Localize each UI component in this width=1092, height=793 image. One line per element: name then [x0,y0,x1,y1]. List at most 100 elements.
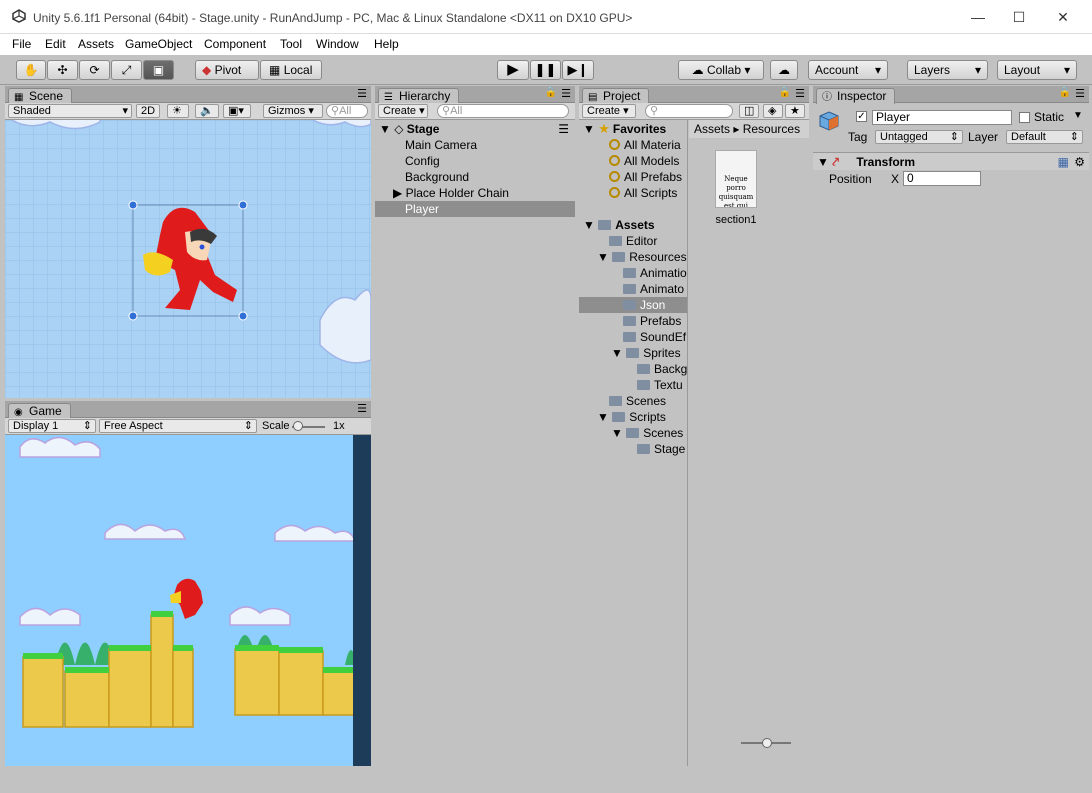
gear-icon[interactable]: ⚙ [1074,153,1085,171]
hierarchy-item[interactable]: Config [375,153,575,169]
folder-item[interactable]: SoundEf [579,329,687,345]
favorite-item[interactable]: All Scripts [579,185,687,201]
close-icon[interactable]: ✕ [1043,4,1083,30]
cloud-icon[interactable]: ☁ [770,60,798,80]
project-search-input[interactable]: ⚲ [645,104,733,118]
tab-hierarchy[interactable]: ☰ Hierarchy [378,88,460,104]
step-button[interactable]: ▶❙ [562,60,594,80]
account-dropdown[interactable]: Account ▾ [808,60,888,80]
active-checkbox[interactable]: ✓ [856,111,867,122]
collab-dropdown[interactable]: ☁ Collab ▾ [678,60,764,80]
folder-item[interactable]: ▼ Scripts [579,409,687,425]
panel-menu-icon[interactable]: ☰ [795,87,805,100]
folder-item[interactable]: ▼ Resources [579,249,687,265]
file-name[interactable]: section1 [705,214,767,226]
folder-item[interactable]: Scenes [579,393,687,409]
favorite-star-icon[interactable]: ★ [785,104,805,118]
icon-size-slider-thumb[interactable] [762,738,772,748]
hand-tool-icon[interactable]: ✋ [16,60,46,80]
panel-menu-icon[interactable]: ☰ [357,87,367,100]
panel-menu-icon[interactable]: ☰ [558,121,569,137]
lock-icon[interactable]: 🔒 [1059,87,1071,98]
position-x-input[interactable]: 0 [903,171,981,186]
layout-dropdown[interactable]: Layout ▾ [997,60,1077,80]
pivot-toggle[interactable]: ◆ Pivot [195,60,259,80]
hierarchy-item[interactable]: Background [375,169,575,185]
favorite-item[interactable]: All Prefabs [579,169,687,185]
scene-search-input[interactable]: ⚲All [326,104,368,118]
panel-menu-icon[interactable]: ☰ [1075,87,1085,100]
lock-icon[interactable]: 🔒 [779,87,791,98]
hierarchy-create-dropdown[interactable]: Create ▾ [378,104,428,118]
shading-dropdown[interactable]: Shaded ▾ [8,104,132,118]
project-create-dropdown[interactable]: Create ▾ [582,104,636,118]
hierarchy-search-input[interactable]: ⚲All [437,104,569,118]
menu-assets[interactable]: Assets [78,37,114,51]
text-asset-thumbnail[interactable]: Neque porro quisquam est qui dolorem. [715,150,757,208]
favorite-item[interactable]: All Materia [579,137,687,153]
hierarchy-item[interactable]: Main Camera [375,137,575,153]
aspect-dropdown[interactable]: Free Aspect ⇕ [99,419,257,433]
folder-item[interactable]: Animato [579,281,687,297]
folder-item[interactable]: Textu [579,377,687,393]
hierarchy-item[interactable]: ▶ Place Holder Chain [375,185,575,201]
transform-header[interactable]: ▼ ⤤ Transform ▦ ⚙ [813,152,1089,170]
menu-edit[interactable]: Edit [45,37,66,51]
audio-icon[interactable]: 🔈 [195,104,219,118]
folder-item-selected[interactable]: Json [579,297,687,313]
pause-button[interactable]: ❚❚ [530,60,561,80]
lock-icon[interactable]: 🔒 [545,87,557,98]
folder-item[interactable]: Editor [579,233,687,249]
folder-item[interactable]: ▼ Scenes [579,425,687,441]
layers-dropdown[interactable]: Layers ▾ [907,60,988,80]
layer-dropdown[interactable]: Default ⇕ [1006,130,1083,144]
tab-inspector[interactable]: ⓘ Inspector [816,88,896,104]
menu-component[interactable]: Component [204,37,266,51]
favorite-item[interactable]: All Models [579,153,687,169]
folder-item[interactable]: Backg [579,361,687,377]
chevron-down-icon[interactable]: ▼ [1073,110,1083,121]
breadcrumb-item[interactable]: Resources [743,122,800,136]
object-name-input[interactable]: Player [872,110,1012,125]
scene-viewport[interactable] [5,114,371,398]
panel-menu-icon[interactable]: ☰ [357,402,367,415]
expand-arrow-icon[interactable]: ▶ [393,186,402,200]
folder-item[interactable]: Stage [579,441,687,457]
menu-gameobject[interactable]: GameObject [125,37,192,51]
menu-file[interactable]: File [12,37,31,51]
minimize-icon[interactable]: — [958,4,998,30]
folder-item[interactable]: Prefabs [579,313,687,329]
favorites-root[interactable]: ▼ ★ Favorites [579,121,687,137]
local-toggle[interactable]: ▦ Local [260,60,322,80]
menu-window[interactable]: Window [316,37,359,51]
effects-icon[interactable]: ▣▾ [223,104,251,118]
menu-help[interactable]: Help [374,37,399,51]
rect-tool-icon[interactable]: ▣ [143,60,174,80]
tag-dropdown[interactable]: Untagged ⇕ [875,130,963,144]
mode-2d-toggle[interactable]: 2D [136,104,160,118]
filter-type-icon[interactable]: ◫ [739,104,759,118]
filter-label-icon[interactable]: ◈ [763,104,783,118]
menu-tool[interactable]: Tool [280,37,302,51]
lighting-icon[interactable]: ☀ [167,104,189,118]
folder-item[interactable]: ▼ Sprites [579,345,687,361]
scale-tool-icon[interactable]: ⤢ [111,60,142,80]
move-tool-icon[interactable]: ✣ [47,60,78,80]
tab-project[interactable]: ▤ Project [582,88,650,104]
play-button[interactable]: ▶ [497,60,529,80]
assets-root[interactable]: ▼ Assets [579,217,687,233]
display-dropdown[interactable]: Display 1 ⇕ [8,419,96,433]
tab-game[interactable]: ◉ Game [8,403,71,419]
hierarchy-item-selected[interactable]: Player [375,201,575,217]
help-book-icon[interactable]: ▦ [1058,153,1069,171]
static-checkbox[interactable] [1019,112,1030,123]
maximize-icon[interactable]: ☐ [999,4,1039,30]
panel-menu-icon[interactable]: ☰ [561,87,571,100]
tab-scene[interactable]: ▦ Scene [8,88,73,104]
scene-root[interactable]: ▼ ◇ Stage ☰ [375,121,575,137]
folder-item[interactable]: Animatio [579,265,687,281]
gizmos-dropdown[interactable]: Gizmos ▾ [263,104,323,118]
scale-slider-thumb[interactable] [293,421,303,431]
rotate-tool-icon[interactable]: ⟳ [79,60,110,80]
breadcrumb-item[interactable]: Assets [694,122,730,136]
